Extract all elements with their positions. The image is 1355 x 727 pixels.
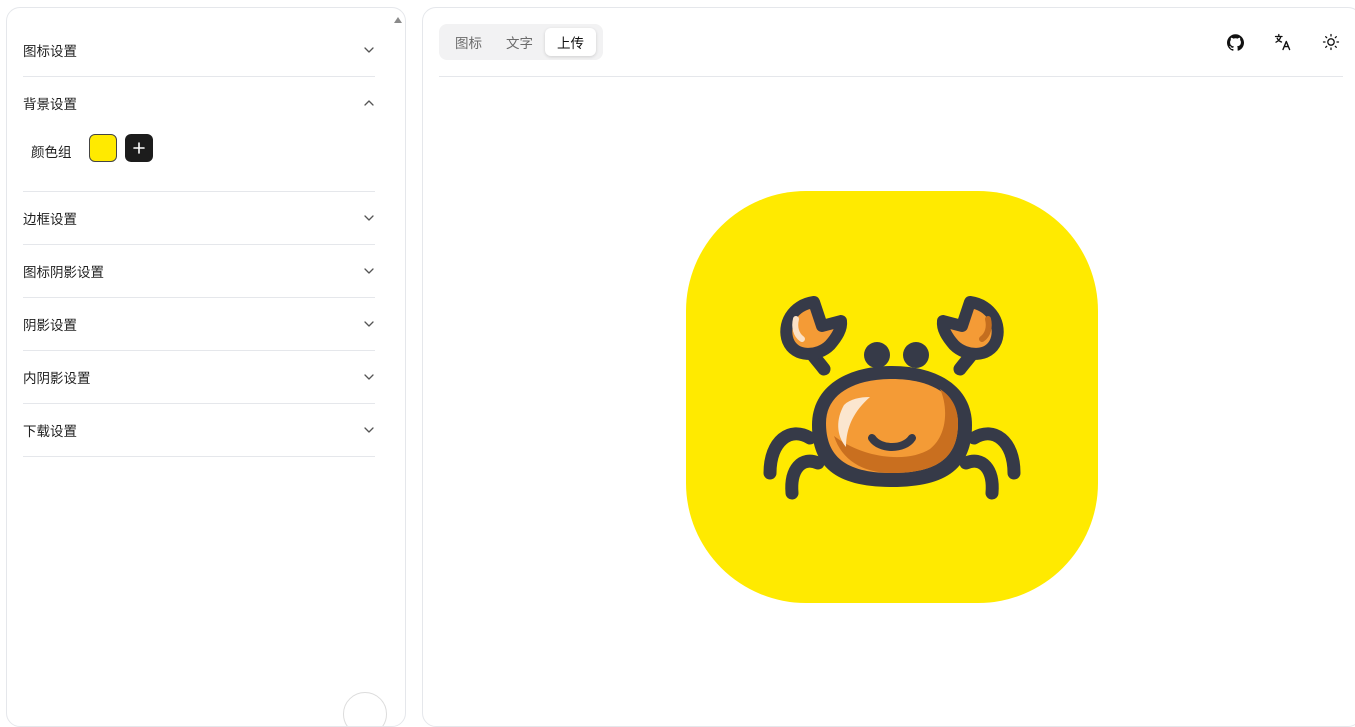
toolbar: [1223, 30, 1343, 54]
crab-icon: [763, 296, 1021, 500]
section-icon-settings-header[interactable]: 图标设置: [23, 24, 375, 76]
section-inner-shadow-settings-header[interactable]: 内阴影设置: [23, 351, 375, 403]
chevron-down-icon: [364, 215, 374, 221]
chevron-down-icon: [364, 321, 374, 327]
section-icon-shadow-settings: 图标阴影设置: [23, 245, 375, 298]
color-group-label: 颜色组: [31, 145, 72, 161]
toolbar-divider: [439, 76, 1343, 77]
theme-toggle-button[interactable]: [1319, 30, 1343, 54]
sun-icon: [1322, 33, 1340, 51]
section-title: 背景设置: [23, 97, 77, 113]
github-button[interactable]: [1223, 30, 1247, 54]
section-title: 下载设置: [23, 424, 77, 440]
settings-accordion: 图标设置 背景设置 颜色组 边框设置 图标阴影设置 阴影设置 内阴影设置 下载设…: [23, 24, 375, 457]
section-title: 边框设置: [23, 212, 77, 228]
section-title: 图标阴影设置: [23, 265, 104, 281]
github-icon: [1226, 33, 1244, 51]
section-background-settings: 背景设置 颜色组: [23, 77, 375, 192]
section-border-settings-header[interactable]: 边框设置: [23, 192, 375, 244]
section-download-settings-header[interactable]: 下载设置: [23, 404, 375, 456]
section-title: 图标设置: [23, 44, 77, 60]
section-inner-shadow-settings: 内阴影设置: [23, 351, 375, 404]
section-download-settings: 下载设置: [23, 404, 375, 457]
scroll-up-arrow-icon[interactable]: [394, 17, 402, 23]
translate-icon: [1274, 33, 1291, 51]
background-settings-body: 颜色组: [23, 129, 375, 191]
section-icon-shadow-settings-header[interactable]: 图标阴影设置: [23, 245, 375, 297]
section-title: 阴影设置: [23, 318, 77, 334]
tab-icon[interactable]: 图标: [443, 28, 494, 56]
section-shadow-settings-header[interactable]: 阴影设置: [23, 298, 375, 350]
translate-button[interactable]: [1271, 30, 1295, 54]
chevron-down-icon: [364, 47, 374, 53]
section-background-settings-header[interactable]: 背景设置: [23, 77, 375, 129]
add-color-button[interactable]: [125, 134, 153, 162]
color-swatch[interactable]: [89, 134, 117, 162]
section-border-settings: 边框设置: [23, 192, 375, 245]
tab-text[interactable]: 文字: [494, 28, 545, 56]
section-icon-settings: 图标设置: [23, 24, 375, 77]
plus-icon: [133, 142, 145, 154]
icon-preview: [686, 191, 1098, 603]
chevron-down-icon: [364, 427, 374, 433]
section-title: 内阴影设置: [23, 371, 91, 387]
chevron-down-icon: [364, 374, 374, 380]
section-shadow-settings: 阴影设置: [23, 298, 375, 351]
scroll-to-top-button[interactable]: [343, 692, 387, 726]
preview-panel: 图标 文字 上传: [422, 7, 1355, 727]
mode-tabs: 图标 文字 上传: [439, 24, 603, 60]
tab-upload[interactable]: 上传: [545, 28, 596, 56]
chevron-down-icon: [364, 268, 374, 274]
settings-sidebar: 图标设置 背景设置 颜色组 边框设置 图标阴影设置 阴影设置 内阴影设置 下载设…: [6, 7, 406, 727]
chevron-up-icon: [364, 100, 374, 106]
